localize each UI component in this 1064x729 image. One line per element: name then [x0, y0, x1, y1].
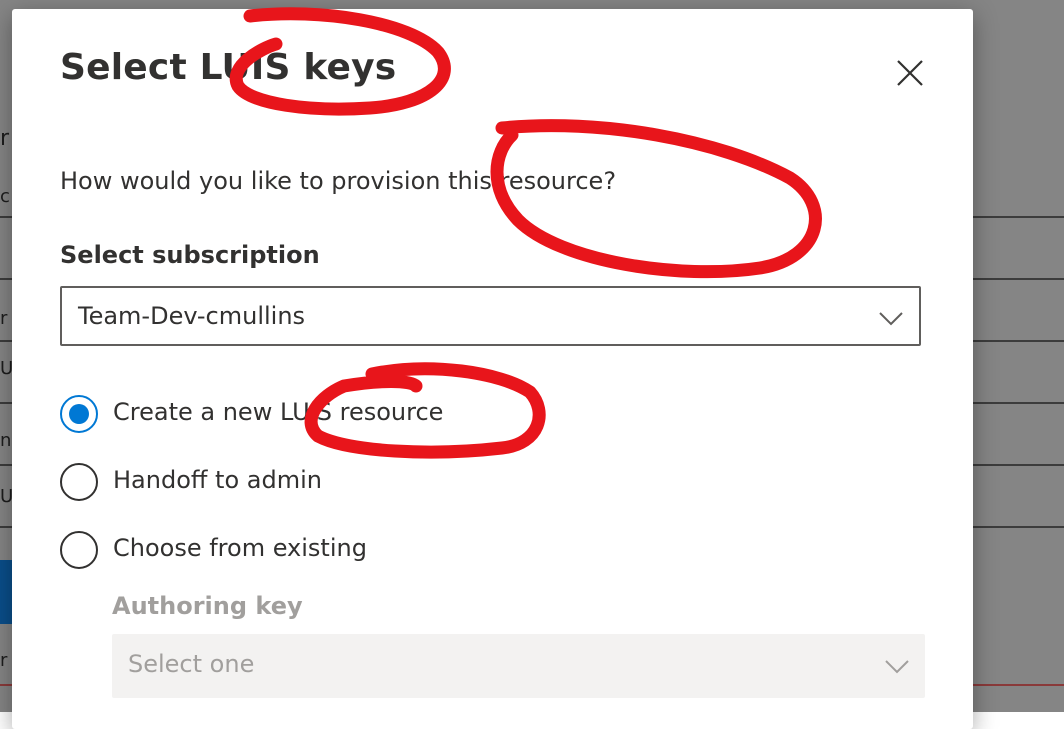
subscription-value: Team-Dev-cmullins [78, 302, 306, 330]
chevron-down-icon [885, 660, 909, 674]
radio-label: Create a new LUIS resource [113, 398, 444, 426]
subscription-dropdown[interactable]: Team-Dev-cmullins [60, 286, 921, 346]
background-text-fragment: r [0, 650, 8, 671]
close-button[interactable] [892, 55, 928, 91]
radio-selected-dot [69, 404, 89, 424]
radio-button-checked[interactable] [60, 395, 98, 433]
authoring-key-placeholder: Select one [128, 650, 255, 678]
background-blue-button [0, 560, 12, 624]
radio-label: Choose from existing [113, 534, 367, 562]
radio-button[interactable] [60, 531, 98, 569]
background-text-fragment: r [0, 126, 10, 151]
subscription-label: Select subscription [60, 241, 320, 269]
radio-create-new-luis-resource[interactable]: Create a new LUIS resource [60, 392, 480, 436]
provision-question: How would you like to provision this res… [60, 167, 617, 195]
close-icon [897, 60, 923, 86]
background-text-fragment: c [0, 186, 10, 207]
radio-button[interactable] [60, 463, 98, 501]
chevron-down-icon [879, 312, 903, 326]
select-luis-keys-dialog: Select LUIS keys How would you like to p… [12, 9, 973, 729]
radio-handoff-to-admin[interactable]: Handoff to admin [60, 460, 360, 504]
authoring-key-dropdown: Select one [112, 634, 925, 698]
background-text-fragment: n [0, 430, 12, 451]
background-text-fragment: r [0, 308, 8, 329]
radio-label: Handoff to admin [113, 466, 322, 494]
radio-choose-from-existing[interactable]: Choose from existing [60, 528, 400, 572]
authoring-key-label: Authoring key [112, 592, 303, 620]
dialog-title: Select LUIS keys [60, 47, 397, 88]
